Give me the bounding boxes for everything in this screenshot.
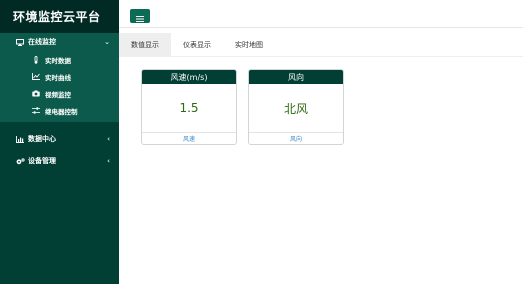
- hamburger-icon: [136, 7, 144, 26]
- card-footer: 风速: [142, 132, 236, 144]
- sidebar-item-video-monitoring[interactable]: 视频监控: [0, 85, 119, 102]
- sidebar-item-label: 数据中心: [28, 135, 56, 143]
- bar-chart-icon: [15, 135, 25, 143]
- sidebar-item-realtime-curve[interactable]: 实时曲线: [0, 68, 119, 85]
- line-chart-icon: [31, 73, 41, 80]
- sidebar-item-data-center[interactable]: 数据中心 ‹: [0, 128, 119, 150]
- tab-bar: 数值显示 仪表显示 实时地图: [119, 33, 523, 57]
- nav-group-online-monitoring: 在线监控 ⌄ 实时数据 实时曲线 视频监控 继电器控制: [0, 33, 119, 122]
- card-footer: 风向: [249, 132, 343, 144]
- sidebar-item-relay-control[interactable]: 继电器控制: [0, 102, 119, 119]
- tab-realtime-map[interactable]: 实时地图: [223, 33, 275, 57]
- app-root: 环境监控云平台 在线监控 ⌄ 实时数据 实时曲线 视频监控 继电器控制 数据中心…: [0, 0, 523, 284]
- chevron-down-icon: ⌄: [104, 38, 110, 46]
- wind-direction-card: 风向 北风 风向: [248, 69, 344, 145]
- sidebar-item-label: 实时曲线: [45, 73, 71, 82]
- sidebar-item-label: 实时数据: [45, 56, 71, 65]
- tab-numeric-display[interactable]: 数值显示: [119, 33, 171, 57]
- sidebar: 环境监控云平台 在线监控 ⌄ 实时数据 实时曲线 视频监控 继电器控制 数据中心…: [0, 0, 119, 284]
- submenu-online-monitoring: 实时数据 实时曲线 视频监控 继电器控制: [0, 51, 119, 122]
- main-content: 风速(m/s) 1.5 风速 风向 北风 风向: [119, 57, 523, 284]
- gears-icon: [15, 157, 25, 165]
- top-bar: [119, 0, 523, 28]
- card-title: 风向: [249, 70, 343, 84]
- sliders-icon: [31, 107, 41, 114]
- sidebar-item-label: 在线监控: [28, 38, 56, 46]
- card-value: 北风: [283, 101, 308, 116]
- thermometer-icon: [31, 55, 41, 64]
- card-title: 风速(m/s): [142, 70, 236, 84]
- sidebar-item-label: 设备管理: [28, 157, 56, 165]
- card-value: 1.5: [179, 101, 199, 115]
- sidebar-item-label: 继电器控制: [45, 107, 78, 116]
- app-title: 环境监控云平台: [0, 0, 119, 33]
- camera-icon: [31, 90, 41, 97]
- sidebar-toggle-button[interactable]: [130, 9, 150, 23]
- sidebar-item-online-monitoring[interactable]: 在线监控 ⌄: [0, 33, 119, 51]
- wind-speed-card: 风速(m/s) 1.5 风速: [141, 69, 237, 145]
- sidebar-item-realtime-data[interactable]: 实时数据: [0, 51, 119, 68]
- sidebar-item-label: 视频监控: [45, 90, 71, 99]
- tab-gauge-display[interactable]: 仪表显示: [171, 33, 223, 57]
- monitor-icon: [15, 38, 25, 46]
- sidebar-item-device-management[interactable]: 设备管理 ‹: [0, 150, 119, 172]
- chevron-left-icon: ‹: [107, 135, 110, 143]
- chevron-left-icon: ‹: [107, 157, 110, 165]
